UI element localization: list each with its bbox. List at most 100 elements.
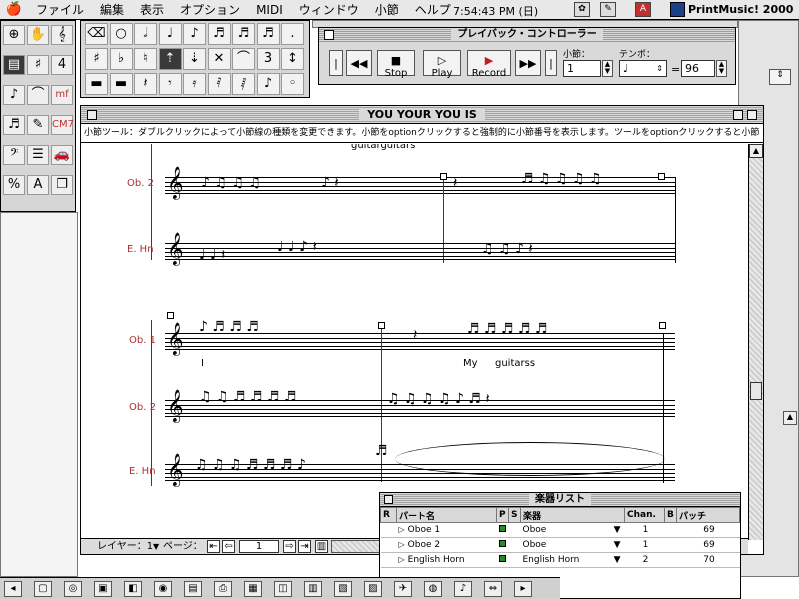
solo-cell[interactable] [508,537,521,553]
simple-entry-icon[interactable]: ♪ [3,85,25,105]
first-page-icon[interactable]: ⇤ [207,540,220,553]
tempo-stepper[interactable]: ▲ ▼ [716,60,727,77]
page-layout-icon[interactable]: ❐ [51,175,73,195]
background-scroll-arrow-icon[interactable]: ▲ [783,411,797,425]
bank-cell[interactable] [664,522,677,538]
measure-handle[interactable] [659,322,666,329]
expression-icon[interactable]: mf [51,85,73,105]
background-popup-icon[interactable]: ⇕ [769,69,791,85]
articulation-icon[interactable]: ✎ [27,115,49,135]
menu-midi[interactable]: MIDI [248,3,291,17]
chord-icon[interactable]: CM7 [51,115,74,135]
measure-field[interactable]: 1 [563,60,601,77]
instrument-popup-arrow-icon[interactable]: ▼ [614,525,621,535]
measure-handle[interactable] [378,322,385,329]
control-strip-module-icon[interactable]: ◍ [424,581,442,597]
menu-window[interactable]: ウィンドウ [291,1,367,18]
slur-icon[interactable]: ⌒ [27,85,49,105]
control-strip-module-icon[interactable]: ▤ [184,581,202,597]
hand-icon[interactable]: ✋ [27,25,49,45]
instrument-row[interactable]: ▷ Oboe 1 Oboe ▼ 1 69 [380,522,740,538]
disclosure-triangle-icon[interactable]: ▷ [399,555,405,564]
percent-icon[interactable]: % [3,175,25,195]
time-signature-icon[interactable]: 4 [51,55,73,75]
patch-cell[interactable]: 69 [676,522,740,538]
natural-icon[interactable]: ♮ [134,48,157,70]
down-icon[interactable]: ⇣ [183,48,206,70]
tempo-note-popup[interactable]: ♩ ⇕ [619,60,667,77]
sharp-icon[interactable]: ♯ [85,48,108,70]
eighth-rest-icon[interactable]: 𝄾 [158,73,182,95]
measure-tool-icon[interactable]: ▤ [3,55,25,75]
stop-button[interactable]: ■ Stop [377,50,415,79]
record-cell[interactable] [380,552,397,568]
whole-note-icon[interactable]: ○ [109,23,133,45]
instrument-cell[interactable]: Oboe ▼ [520,537,625,553]
menu-view[interactable]: 表示 [132,1,172,18]
next-page-icon[interactable]: ⇨ [283,540,296,553]
text-block-icon[interactable]: ☰ [27,145,49,165]
part-name-cell[interactable]: ▷ Oboe 1 [396,522,497,538]
eraser-icon[interactable]: ⌫ [85,23,108,45]
control-strip-module-icon[interactable]: ✈ [394,581,412,597]
quarter-note-icon[interactable]: ♩ [158,23,182,45]
half-rest-icon[interactable]: ▬ [109,73,133,95]
previous-page-icon[interactable]: ⇦ [222,540,235,553]
sixteenth-note-icon[interactable]: ♬ [207,23,231,45]
quarter-rest-icon[interactable]: 𝄽 [134,73,157,95]
instrument-row[interactable]: ▷ English Horn English Horn ▼ 2 70 [380,552,740,568]
menu-options[interactable]: オプション [172,1,248,18]
bank-cell[interactable] [664,537,677,553]
part-name-cell[interactable]: ▷ English Horn [396,552,497,568]
control-strip-module-icon[interactable]: ◫ [274,581,292,597]
score-vertical-scrollbar[interactable]: ▲ [748,144,763,540]
sixtyfourth-rest-icon[interactable]: 𝅁 [232,73,255,95]
instrument-cell[interactable]: Oboe ▼ [520,522,625,538]
score-close-box[interactable] [87,110,97,120]
part-name-cell[interactable]: ▷ Oboe 2 [396,537,497,553]
layer-popup-arrow-icon[interactable]: ▼ [153,539,159,554]
control-strip-module-icon[interactable]: ⎙ [214,581,232,597]
control-strip-module-icon[interactable]: ▸ [514,581,532,597]
record-cell[interactable] [380,537,397,553]
play-checkbox[interactable] [498,540,506,547]
score-title-bar[interactable]: YOU YOUR YOU IS [81,106,763,124]
system-handle[interactable] [167,312,174,319]
play-cell[interactable] [496,552,509,568]
play-cell[interactable] [496,522,509,538]
page-number-field[interactable]: 1 [239,540,279,553]
scroll-up-icon[interactable]: ▲ [749,144,763,158]
play-button[interactable]: ▷ Play [423,50,461,79]
menu-edit[interactable]: 編集 [92,1,132,18]
control-strip-module-icon[interactable]: ◎ [64,581,82,597]
sixteenth-rest-icon[interactable]: 𝄿 [183,73,206,95]
flip-icon[interactable]: ↕ [281,48,304,70]
instrument-list-close-box[interactable] [384,495,393,504]
solo-cell[interactable] [508,522,521,538]
key-signature-icon[interactable]: ♯ [27,55,49,75]
half-note-icon[interactable]: 𝅗𝅥 [134,23,157,45]
score-collapse-box[interactable] [747,110,757,120]
menu-help[interactable]: ヘルプ [407,1,459,18]
control-strip-module-icon[interactable]: ◉ [154,581,172,597]
zoom-icon[interactable]: ⊕ [3,25,25,45]
application-menu[interactable]: PrintMusic! 2000 [670,0,793,19]
instrument-row[interactable]: ▷ Oboe 2 Oboe ▼ 1 69 [380,537,740,553]
control-strip-module-icon[interactable]: ▣ [94,581,112,597]
control-strip-module-icon[interactable]: ♪ [454,581,472,597]
patch-cell[interactable]: 69 [676,537,740,553]
fast-forward-button[interactable]: ▶▶ [515,50,541,76]
thirtysecond-note-icon[interactable]: ♬ [232,23,255,45]
dot-icon[interactable]: . [281,23,304,45]
control-strip-module-icon[interactable]: ◂ [4,581,22,597]
solo-cell[interactable] [508,552,521,568]
instrument-list-title-bar[interactable]: 楽器リスト [380,493,740,507]
record-cell[interactable] [380,522,397,538]
measure-stepper[interactable]: ▲ ▼ [602,60,613,77]
control-strip-module-icon[interactable]: ▥ [304,581,322,597]
bank-cell[interactable] [664,552,677,568]
eighth-note-icon[interactable]: ♪ [183,23,206,45]
up-icon[interactable]: ⇡ [158,48,182,70]
instrument-cell[interactable]: English Horn ▼ [520,552,625,568]
instrument-popup-arrow-icon[interactable]: ▼ [614,540,621,550]
